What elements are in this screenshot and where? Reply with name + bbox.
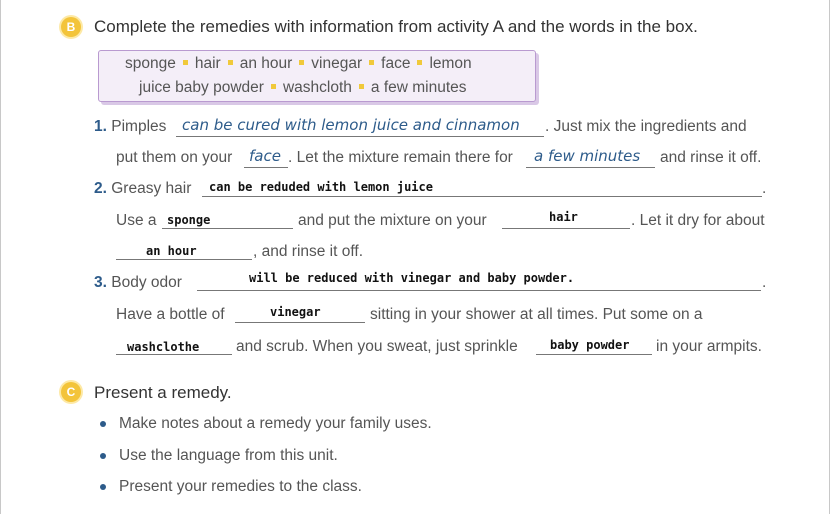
item-2-line-1: 2. Greasy hair bbox=[94, 180, 191, 198]
word-item: sponge bbox=[125, 55, 176, 72]
answer-line bbox=[162, 228, 293, 229]
item-text: put them on your bbox=[116, 149, 233, 166]
separator-square-icon bbox=[369, 60, 375, 66]
bullet-item: Present your remedies to the class. bbox=[119, 478, 362, 495]
separator-square-icon bbox=[270, 84, 276, 90]
separator-square-icon bbox=[358, 84, 364, 90]
item-text: . bbox=[762, 180, 767, 197]
item-text: sitting in your shower at all times. Put… bbox=[370, 306, 703, 323]
bullet-dot-icon bbox=[100, 453, 106, 459]
item-text: . Let the mixture remain there for bbox=[288, 149, 513, 166]
bullet-dot-icon bbox=[100, 484, 106, 490]
word-item: hair bbox=[194, 55, 221, 72]
item-text: , and rinse it off. bbox=[253, 243, 363, 260]
answer-line bbox=[536, 354, 652, 355]
word-item: vinegar bbox=[311, 55, 363, 72]
answer-line bbox=[244, 167, 288, 168]
answer-line bbox=[176, 136, 544, 137]
word-item: a few minutes bbox=[370, 79, 467, 96]
typed-answer: will be reduced with vinegar and baby po… bbox=[249, 271, 575, 285]
item-text: in your armpits. bbox=[656, 338, 762, 355]
word-item: juice baby powder bbox=[139, 79, 264, 96]
item-text: Greasy hair bbox=[111, 180, 192, 197]
handwritten-answer: face bbox=[249, 147, 281, 165]
item-number: 1. bbox=[94, 118, 107, 135]
item-number: 2. bbox=[94, 180, 107, 197]
item-3-line-1: 3. Body odor bbox=[94, 274, 182, 292]
typed-answer: can be reduded with lemon juice bbox=[209, 180, 433, 194]
typed-answer: baby powder bbox=[550, 338, 630, 352]
handwritten-answer: can be cured with lemon juice and cinnam… bbox=[182, 116, 520, 134]
separator-square-icon bbox=[417, 60, 423, 66]
page-left-border bbox=[0, 0, 1, 514]
answer-line bbox=[202, 196, 762, 197]
separator-square-icon bbox=[299, 60, 305, 66]
bullet-item: Make notes about a remedy your family us… bbox=[119, 415, 432, 432]
section-c-badge: C bbox=[61, 382, 81, 402]
section-c-heading: Present a remedy. bbox=[94, 383, 232, 402]
item-text: and rinse it off. bbox=[660, 149, 762, 166]
answer-line bbox=[235, 322, 365, 323]
separator-square-icon bbox=[182, 60, 188, 66]
bullet-item: Use the language from this unit. bbox=[119, 447, 338, 464]
item-text: . Let it dry for about bbox=[631, 212, 765, 229]
answer-line bbox=[116, 259, 252, 260]
typed-answer: an hour bbox=[146, 244, 197, 258]
separator-square-icon bbox=[227, 60, 233, 66]
answer-line bbox=[526, 167, 655, 168]
item-1-line-1: 1. Pimples bbox=[94, 118, 166, 136]
item-text: and scrub. When you sweat, just sprinkle bbox=[236, 338, 518, 355]
typed-answer: sponge bbox=[167, 213, 211, 227]
word-box-row-1: sponge hair an hour vinegar face lemon bbox=[125, 55, 472, 73]
word-item: lemon bbox=[429, 55, 472, 72]
typed-answer: vinegar bbox=[270, 305, 321, 319]
answer-line bbox=[197, 290, 761, 291]
section-b-badge: B bbox=[61, 17, 81, 37]
word-box-row-2: juice baby powder washcloth a few minutes bbox=[139, 79, 467, 97]
item-text: and put the mixture on your bbox=[298, 212, 487, 229]
item-number: 3. bbox=[94, 274, 107, 291]
page-right-border bbox=[829, 0, 830, 514]
word-item: face bbox=[381, 55, 411, 72]
item-text: . Just mix the ingredients and bbox=[545, 118, 747, 135]
handwritten-answer: a few minutes bbox=[534, 147, 641, 165]
typed-answer: hair bbox=[549, 210, 578, 224]
item-text: Pimples bbox=[111, 118, 167, 135]
word-item: washcloth bbox=[282, 79, 352, 96]
answer-line bbox=[502, 228, 630, 229]
item-text: Have a bottle of bbox=[116, 306, 225, 323]
item-text: . bbox=[762, 274, 767, 291]
typed-answer: washclothe bbox=[127, 340, 200, 354]
bullet-dot-icon bbox=[100, 421, 106, 427]
answer-line bbox=[116, 354, 232, 355]
word-box: sponge hair an hour vinegar face lemon juice … bbox=[98, 50, 536, 102]
item-text: Use a bbox=[116, 212, 157, 229]
item-text: Body odor bbox=[111, 274, 182, 291]
word-item: an hour bbox=[239, 55, 293, 72]
section-b-heading: Complete the remedies with information f… bbox=[94, 17, 698, 36]
